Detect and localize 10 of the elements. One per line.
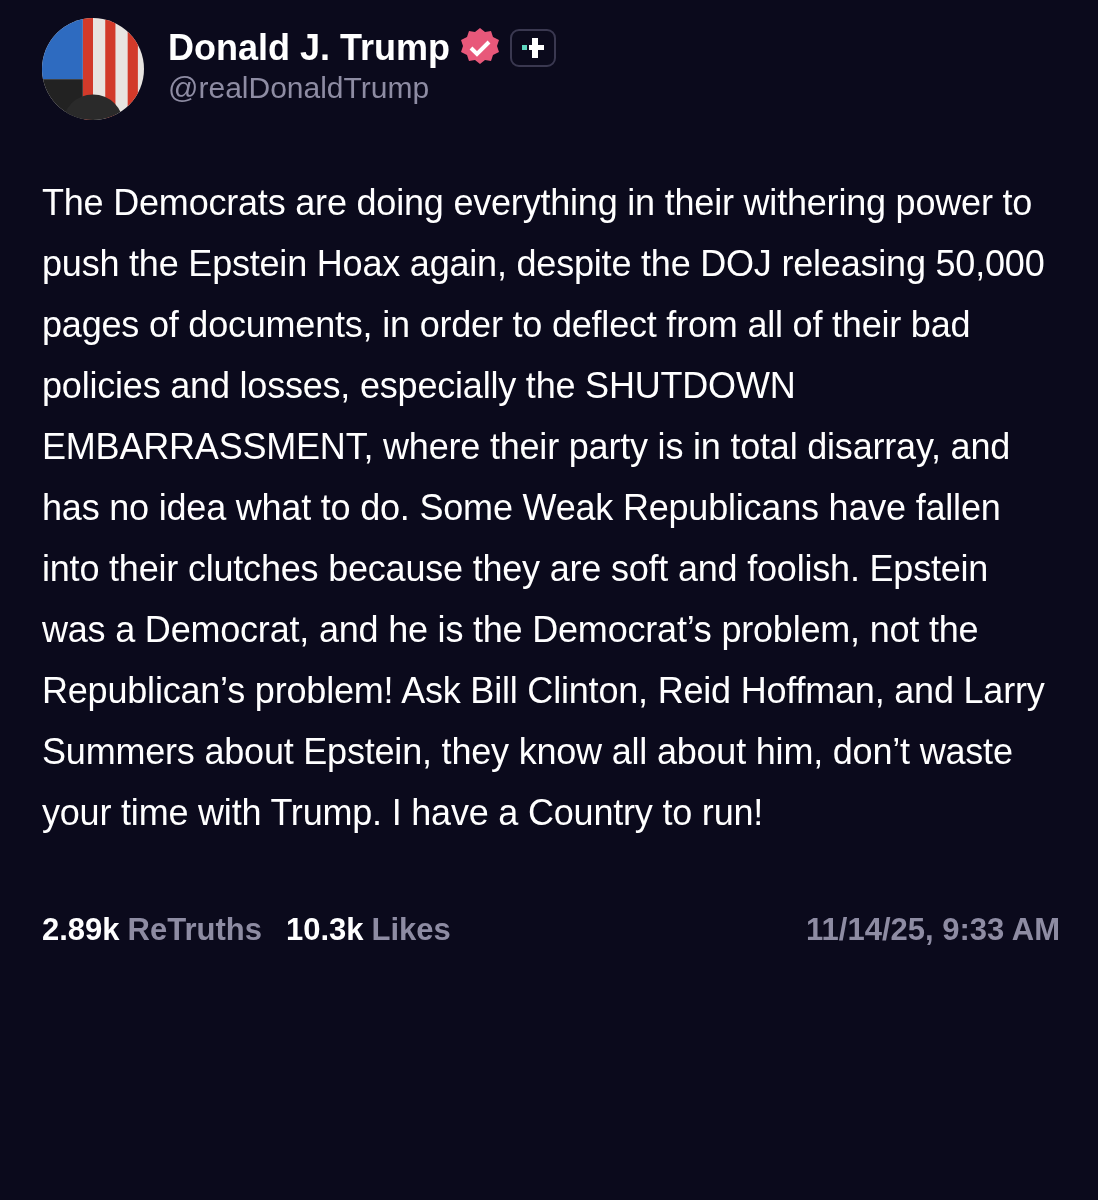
timestamp: 11/14/25, 9:33 AM <box>806 911 1060 949</box>
stat-count: 10.3k <box>285 911 364 949</box>
plus-icon <box>520 37 547 59</box>
stat-label[interactable]: ReTruths <box>127 907 262 954</box>
post-text: The Democrats are doing everything in their withering power to push the Epstein Hoax again, despite the DOJ releasing 50,000 pages of documents, in order to deflect from all of their bad policies and losses, especially the SHUTDOWN EMBARRASSMENT, where their party is in total disarray, and has no idea what to do. Some Weak Republicans have fallen into their clutches because they are soft and foolish. Epstein was a Democrat, and he is the Democrat’s problem, not the Republican’s problem! Ask Bill Clinton, Reid Hoffman, and Larry Summers about Epstein, they know all about him, don’t waste your time with Trump. I have a Country to run! <box>42 181 1046 835</box>
stat-count: 2.89k <box>42 911 120 949</box>
display-name[interactable]: Donald J. Trump <box>168 28 451 68</box>
plus-button[interactable] <box>510 29 557 67</box>
username[interactable]: @realDonaldTrump <box>168 70 557 106</box>
stat-label[interactable]: Likes <box>371 907 451 954</box>
